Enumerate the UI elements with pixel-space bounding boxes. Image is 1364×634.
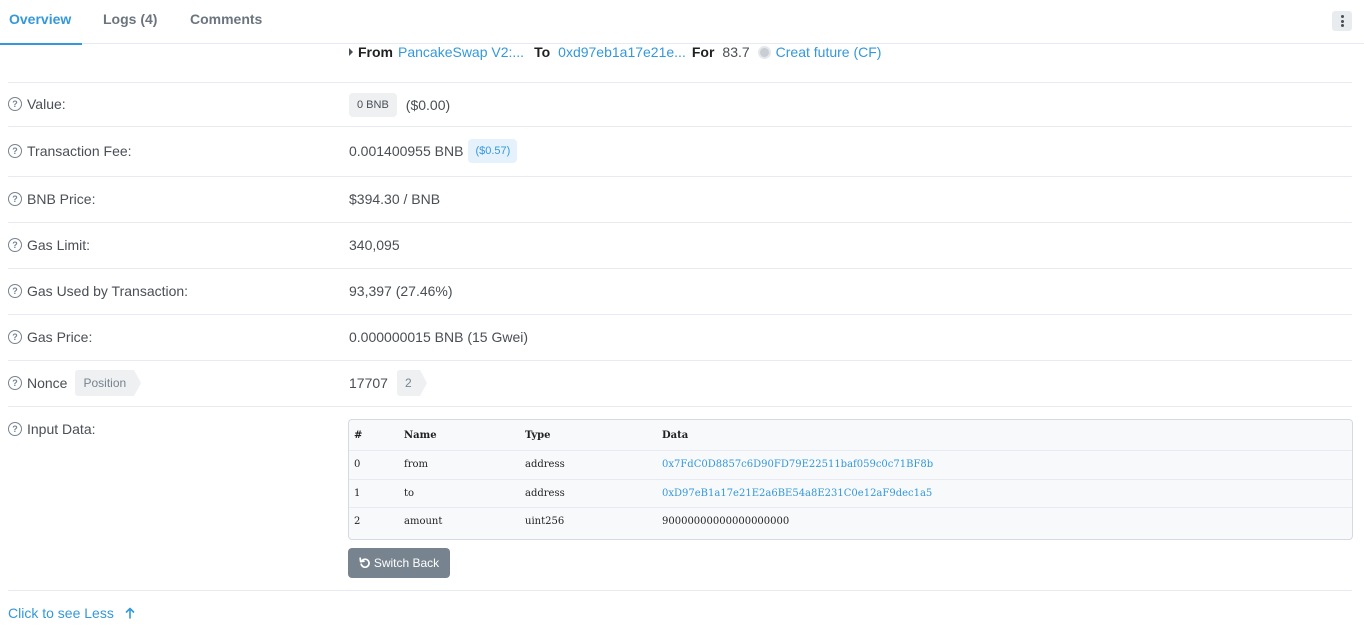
- transfer-amount: 83.7: [722, 44, 750, 60]
- nonce-value: 17707: [349, 375, 388, 391]
- value-usd: ($0.00): [405, 96, 451, 113]
- gas-price-label: Gas Price:: [27, 329, 93, 345]
- col-name-header: Name: [404, 429, 437, 441]
- gas-limit-row: ? Gas Limit: 340,095: [8, 223, 1352, 269]
- value-label: Value:: [27, 96, 66, 112]
- row-name: amount: [404, 516, 443, 527]
- undo-icon: [359, 557, 370, 569]
- more-options-button[interactable]: [1332, 11, 1352, 31]
- tab-logs[interactable]: Logs (4): [103, 0, 157, 44]
- row-name: to: [404, 488, 415, 499]
- arrow-up-icon: [125, 607, 135, 619]
- transaction-fee-label: Transaction Fee:: [27, 143, 132, 159]
- see-less-label: Click to see Less: [8, 605, 114, 621]
- caret-right-icon: [349, 48, 353, 56]
- token-logo-icon: [757, 45, 771, 59]
- position-tag: Position: [75, 370, 141, 396]
- from-address-link[interactable]: PancakeSwap V2:...: [398, 44, 524, 60]
- question-icon[interactable]: ?: [8, 192, 22, 206]
- gas-price-value: 0.000000015 BNB (15 Gwei): [349, 329, 528, 345]
- nonce-label: Nonce: [27, 375, 68, 391]
- row-index: 2: [354, 516, 361, 527]
- row-data-link[interactable]: 0xD97eB1a17e21E2a6BE54a8E231C0e12aF9dec1…: [662, 480, 932, 507]
- gas-limit-label: Gas Limit:: [27, 237, 91, 253]
- input-data-table: # Name Type Data 0 from address 0x7FdC0D…: [348, 419, 1353, 540]
- transaction-fee-row: ? Transaction Fee: 0.001400955 BNB ($0.5…: [8, 127, 1352, 177]
- col-index-header: #: [354, 429, 363, 441]
- row-data-link[interactable]: 0x7FdC0D8857c6D90FD79E22511baf059c0c71BF…: [662, 451, 933, 478]
- table-row: 1 to address 0xD97eB1a17e21E2a6BE54a8E23…: [349, 479, 1352, 507]
- question-icon[interactable]: ?: [8, 376, 22, 390]
- col-data-header: Data: [662, 429, 689, 441]
- row-data: 90000000000000000000: [662, 516, 790, 527]
- bnb-price-row: ? BNB Price: $394.30 / BNB: [8, 177, 1352, 223]
- tab-bar: Overview Logs (4) Comments: [0, 0, 1364, 45]
- to-address-link[interactable]: 0xd97eb1a17e21e...: [558, 44, 686, 60]
- switch-back-label: Switch Back: [373, 556, 440, 570]
- to-label: To: [534, 44, 551, 60]
- question-icon[interactable]: ?: [8, 330, 22, 344]
- row-index: 0: [354, 459, 361, 470]
- row-type: address: [525, 488, 565, 499]
- transaction-fee-amount: 0.001400955 BNB: [349, 142, 464, 159]
- table-row: 0 from address 0x7FdC0D8857c6D90FD79E225…: [349, 450, 1352, 478]
- question-icon[interactable]: ?: [8, 284, 22, 298]
- token-transfer: From PancakeSwap V2:... To 0xd97eb1a17e2…: [349, 44, 881, 60]
- row-name: from: [404, 459, 428, 470]
- input-data-label: Input Data:: [27, 421, 96, 437]
- transaction-fee-usd-badge[interactable]: ($0.57): [468, 138, 518, 163]
- see-less-link[interactable]: Click to see Less: [8, 604, 135, 622]
- row-type: uint256: [525, 516, 565, 527]
- tab-overview[interactable]: Overview: [0, 0, 83, 45]
- gas-used-label: Gas Used by Transaction:: [27, 283, 189, 299]
- nonce-row: ? Nonce Position 17707 2: [8, 361, 1352, 407]
- question-icon[interactable]: ?: [8, 238, 22, 252]
- bnb-price-value: $394.30 / BNB: [349, 191, 441, 207]
- question-icon[interactable]: ?: [8, 422, 22, 436]
- bnb-price-label: BNB Price:: [27, 191, 96, 207]
- from-label: From: [358, 44, 393, 60]
- gas-price-row: ? Gas Price: 0.000000015 BNB (15 Gwei): [8, 315, 1352, 361]
- tab-comments[interactable]: Comments: [190, 0, 262, 44]
- gas-used-value: 93,397 (27.46%): [349, 283, 453, 299]
- row-index: 1: [354, 488, 361, 499]
- gas-limit-value: 340,095: [349, 237, 400, 253]
- token-transfer-row: From PancakeSwap V2:... To 0xd97eb1a17e2…: [8, 44, 1352, 83]
- question-icon[interactable]: ?: [8, 97, 22, 111]
- value-row: ? Value: 0 BNB ($0.00): [8, 83, 1352, 127]
- table-row: 2 amount uint256 90000000000000000000: [349, 507, 1352, 535]
- col-type-header: Type: [525, 429, 551, 441]
- token-link[interactable]: Creat future (CF): [776, 44, 882, 60]
- for-label: For: [691, 44, 715, 60]
- gas-used-row: ? Gas Used by Transaction: 93,397 (27.46…: [8, 269, 1352, 315]
- position-value-tag: 2: [396, 370, 427, 396]
- switch-back-button[interactable]: Switch Back: [348, 548, 450, 578]
- question-icon[interactable]: ?: [8, 144, 22, 158]
- input-data-header: # Name Type Data: [349, 420, 1352, 450]
- value-amount-badge: 0 BNB: [349, 92, 397, 117]
- row-type: address: [525, 459, 565, 470]
